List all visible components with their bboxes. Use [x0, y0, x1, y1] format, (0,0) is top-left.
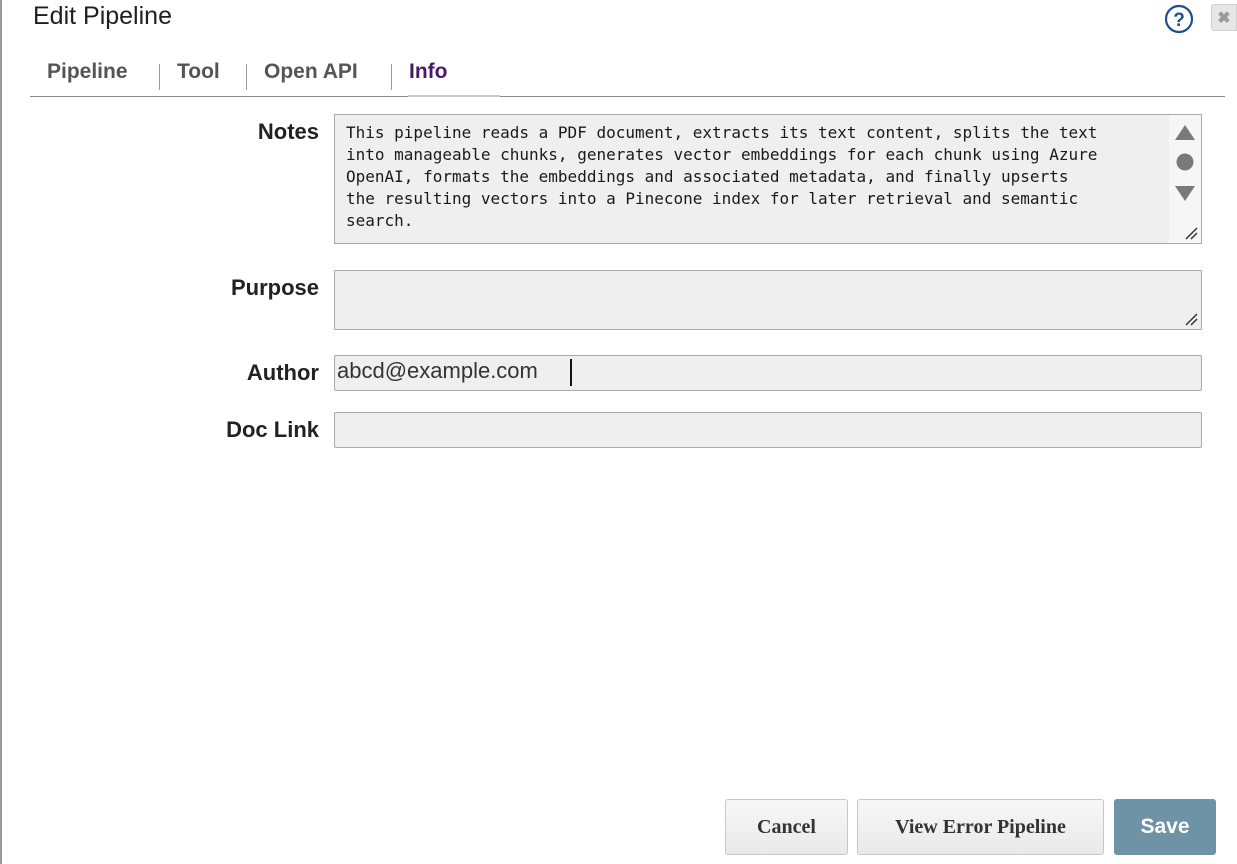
tab-pipeline[interactable]: Pipeline [47, 60, 128, 84]
close-button[interactable]: ✖ [1211, 4, 1237, 31]
purpose-textarea[interactable] [334, 270, 1202, 330]
dialog-title: Edit Pipeline [33, 2, 172, 30]
text-caret [570, 359, 572, 386]
help-icon[interactable]: ? [1164, 4, 1194, 34]
notes-text: This pipeline reads a PDF document, extr… [346, 123, 1098, 230]
purpose-label: Purpose [230, 275, 319, 300]
tab-tool[interactable]: Tool [177, 60, 220, 84]
scroll-thumb-icon [1176, 153, 1194, 171]
notes-scrollbar[interactable] [1169, 115, 1201, 243]
close-icon: ✖ [1217, 9, 1231, 27]
doc-link-label: Doc Link [226, 417, 319, 442]
tab-divider [391, 64, 392, 90]
author-label: Author [246, 360, 319, 385]
save-button[interactable]: Save [1114, 799, 1216, 855]
notes-label: Notes [257, 119, 319, 144]
doc-link-input[interactable] [334, 412, 1202, 448]
author-input[interactable]: abcd@example.com [334, 355, 1202, 391]
tab-bar: Pipeline Tool Open API Info [30, 56, 1225, 97]
tab-divider [159, 64, 160, 90]
svg-text:?: ? [1173, 10, 1185, 31]
active-tab-indicator [408, 95, 500, 97]
tab-divider [246, 64, 247, 90]
scroll-up-icon [1175, 125, 1195, 140]
dialog-left-border [0, 0, 2, 864]
scroll-down-icon [1175, 186, 1195, 201]
resize-grip-icon[interactable] [1184, 226, 1198, 240]
cancel-button[interactable]: Cancel [725, 799, 848, 855]
author-value: abcd@example.com [337, 358, 538, 383]
tab-info[interactable]: Info [409, 60, 447, 84]
resize-grip-icon[interactable] [1184, 312, 1198, 326]
view-error-pipeline-button[interactable]: View Error Pipeline [857, 799, 1104, 855]
tab-open-api[interactable]: Open API [264, 60, 358, 84]
notes-textarea[interactable]: This pipeline reads a PDF document, extr… [334, 114, 1202, 244]
